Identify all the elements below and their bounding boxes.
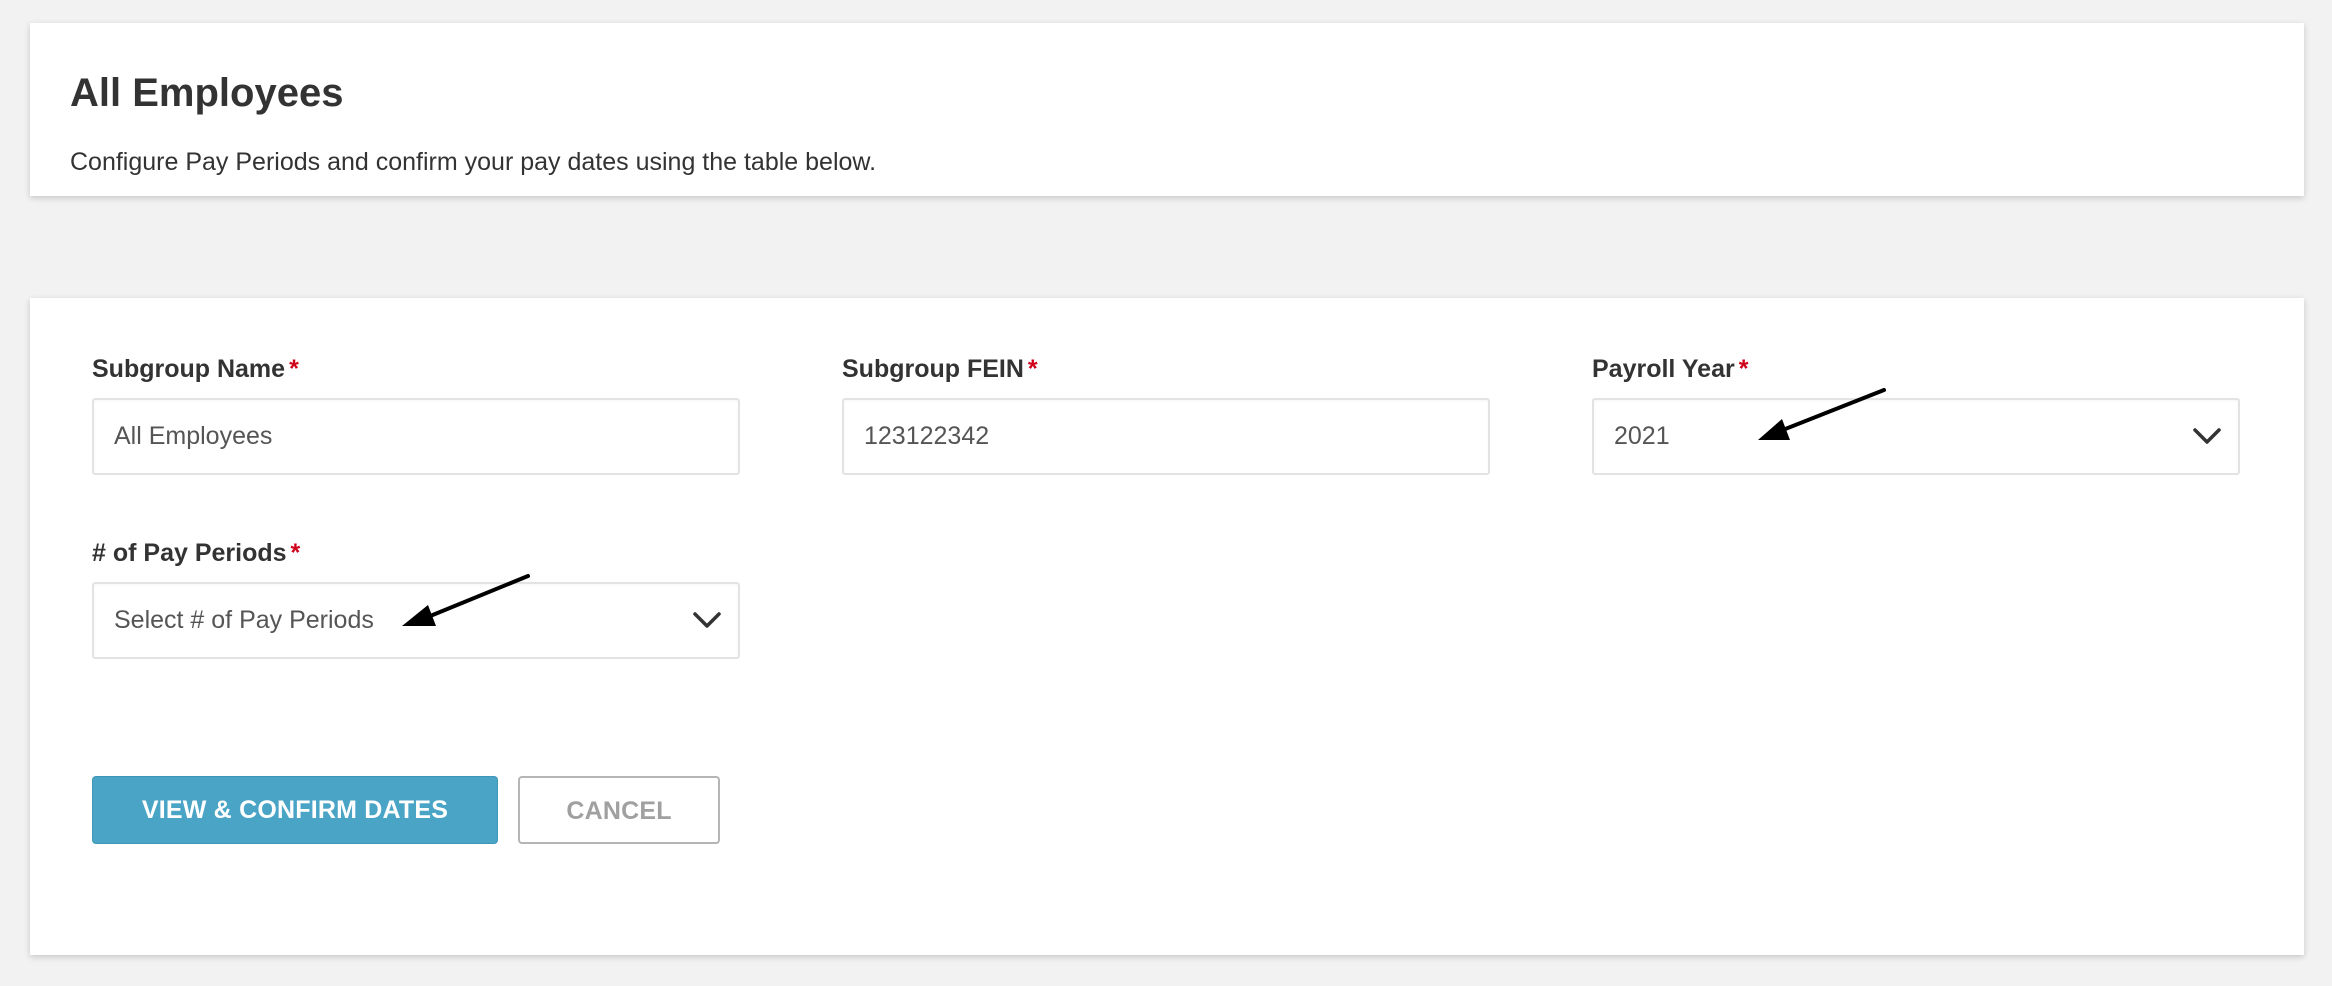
payroll-year-label: Payroll Year *	[1592, 354, 2240, 384]
pay-periods-label: # of Pay Periods *	[92, 538, 740, 568]
payroll-year-select[interactable]: 2021	[1592, 398, 2240, 475]
subgroup-name-field: Subgroup Name * All Employees	[92, 354, 740, 475]
cancel-button[interactable]: CANCEL	[518, 776, 720, 844]
pay-periods-select[interactable]: Select # of Pay Periods	[92, 582, 740, 659]
page-header-card: All Employees Configure Pay Periods and …	[30, 23, 2304, 196]
chevron-down-icon	[2193, 428, 2221, 444]
subgroup-fein-label-text: Subgroup FEIN	[842, 355, 1024, 383]
page-title: All Employees	[70, 71, 344, 115]
payroll-year-label-text: Payroll Year	[1592, 355, 1735, 383]
required-star: *	[1027, 355, 1038, 383]
required-star: *	[289, 355, 299, 383]
payroll-year-selected-value: 2021	[1614, 422, 1670, 450]
subgroup-fein-label: Subgroup FEIN *	[842, 354, 1490, 384]
pay-periods-placeholder: Select # of Pay Periods	[114, 606, 374, 634]
subgroup-form-card: Subgroup Name * All Employees Subgroup FE…	[30, 298, 2304, 955]
page-subtitle: Configure Pay Periods and confirm your p…	[70, 148, 877, 176]
subgroup-name-label: Subgroup Name *	[92, 354, 740, 384]
subgroup-name-input[interactable]: All Employees	[92, 398, 740, 475]
subgroup-fein-input[interactable]: 123122342	[842, 398, 1490, 475]
view-confirm-dates-button[interactable]: VIEW & CONFIRM DATES	[92, 776, 498, 844]
payroll-year-field: Payroll Year * 2021	[1592, 354, 2240, 475]
chevron-down-icon	[693, 612, 721, 628]
subgroup-fein-field: Subgroup FEIN * 123122342	[842, 354, 1490, 475]
required-star: *	[1738, 355, 1749, 383]
pay-periods-field: # of Pay Periods * Select # of Pay Period…	[92, 538, 740, 659]
pay-periods-label-text: # of Pay Periods	[92, 539, 287, 567]
required-star: *	[290, 539, 301, 567]
subgroup-name-label-text: Subgroup Name	[92, 355, 286, 383]
